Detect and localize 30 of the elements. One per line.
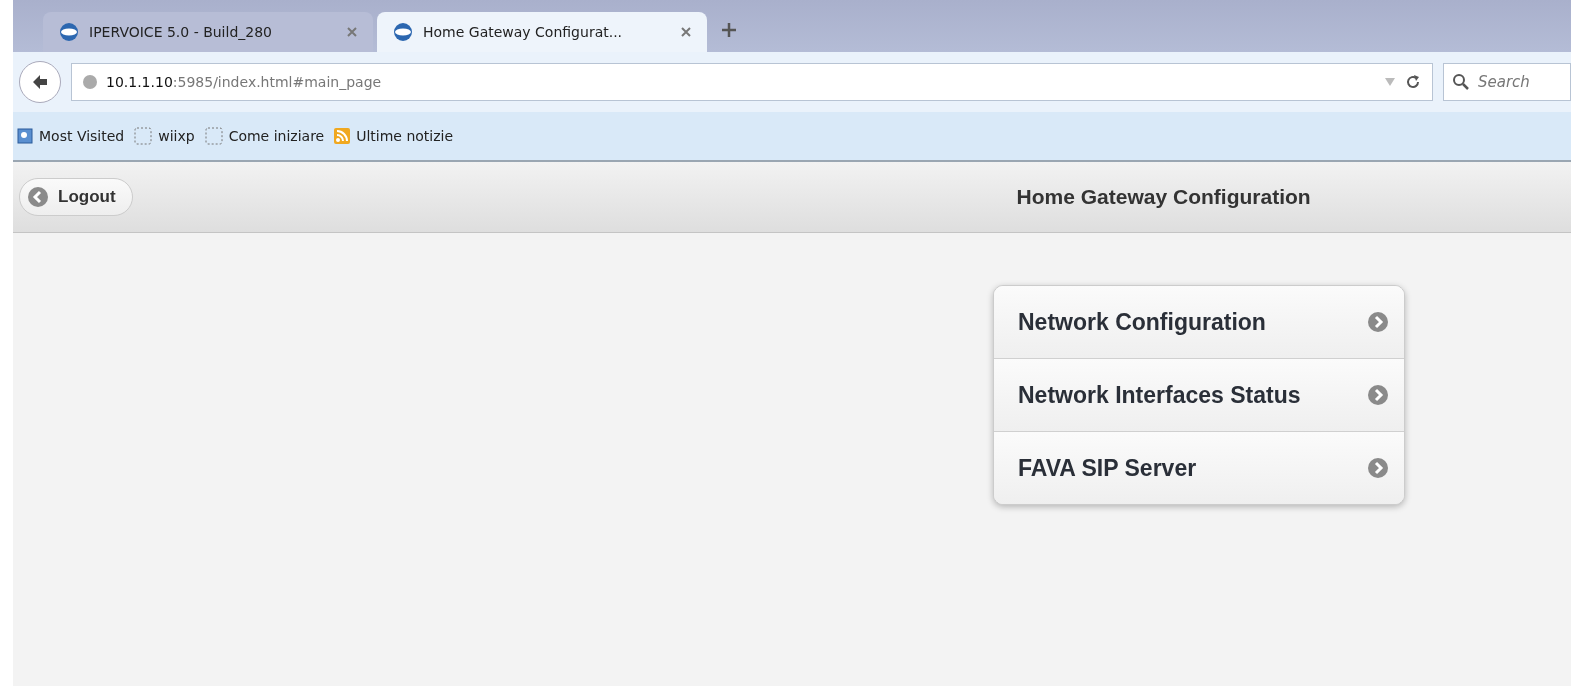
- bookmark-link[interactable]: Ultime notizie: [356, 128, 454, 144]
- bookmark-link[interactable]: Come iniziare: [228, 128, 325, 144]
- search-field[interactable]: Search: [1443, 63, 1571, 101]
- chevron-icon: [1368, 458, 1388, 478]
- page-title: Home Gateway Configuration: [1016, 185, 1311, 209]
- browser-tab[interactable]: IPERVOICE 5.0 - Build_280: [43, 12, 373, 52]
- close-icon[interactable]: [347, 27, 357, 37]
- menu-item[interactable]: Network Configuration: [994, 286, 1404, 358]
- site-icon: [59, 22, 79, 42]
- globe-icon: [82, 74, 98, 90]
- bookmarks-icon: [17, 128, 33, 144]
- page-icon: [134, 127, 153, 145]
- browser-tab[interactable]: Home Gateway Configurat...: [377, 12, 707, 52]
- back-button[interactable]: [19, 61, 61, 103]
- logout-button[interactable]: Logout: [19, 178, 133, 216]
- reload-icon[interactable]: [1404, 73, 1422, 91]
- menu-item[interactable]: FAVA SIP Server: [994, 431, 1404, 504]
- back-icon: [28, 187, 48, 207]
- page-icon: [204, 127, 223, 145]
- new-tab-icon[interactable]: [721, 22, 737, 38]
- search-icon: [1452, 73, 1470, 91]
- bookmark-link[interactable]: wiixp: [158, 128, 195, 144]
- chevron-icon: [1368, 312, 1388, 332]
- close-icon[interactable]: [681, 27, 691, 37]
- feed-icon: [334, 128, 351, 144]
- chevron-icon: [1368, 385, 1388, 405]
- site-icon: [393, 22, 413, 42]
- address-field[interactable]: 10.1.1.10:5985/index.html#main_page: [71, 63, 1433, 101]
- bookmark-link[interactable]: Most Visited: [39, 128, 125, 144]
- menu-item[interactable]: Network Interfaces Status: [994, 358, 1404, 431]
